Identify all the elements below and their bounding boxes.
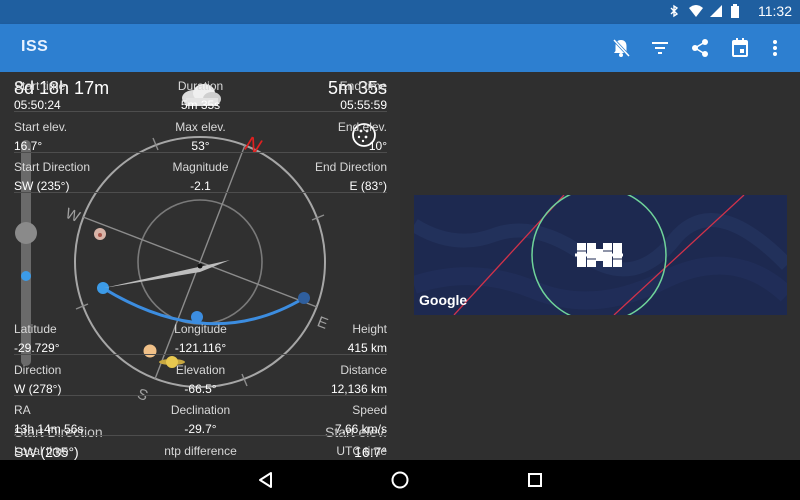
home-icon[interactable] [390, 470, 410, 490]
info-value: -29.7° [184, 422, 217, 436]
info-label: Height [352, 322, 387, 336]
info-value: 5m 35s [180, 98, 221, 112]
east-west-axis [82, 216, 318, 308]
info-value: 415 km [347, 341, 387, 355]
info-value: 05:55:59 [340, 98, 387, 112]
notifications-off-button[interactable] [609, 36, 633, 60]
info-label: Elevation [175, 362, 226, 377]
info-value: -121.116° [174, 341, 227, 355]
info-label: ntp difference [164, 443, 237, 458]
navigation-bar [0, 460, 800, 500]
info-value: E (83°) [349, 179, 387, 193]
bluetooth-icon [667, 4, 681, 18]
info-row: Direction W (278°) Elevation -66.5° Distance… [14, 356, 387, 396]
info-label: Speed [352, 403, 387, 417]
info-label: End elev. [337, 119, 387, 134]
zenith-point [197, 263, 203, 269]
status-time: 11:32 [758, 3, 792, 19]
info-value: 7.66 km/s [334, 422, 387, 436]
map-canvas [414, 195, 787, 315]
info-label: End time [339, 79, 387, 93]
time-slider-thumb[interactable] [15, 222, 37, 244]
iss-direction-needle [104, 260, 230, 288]
back-icon[interactable] [256, 470, 276, 490]
info-label: Longitude [174, 322, 227, 336]
info-label: Duration [177, 79, 224, 93]
info-row: Latitude -29.729° Longitude -121.116° Height… [14, 315, 387, 355]
info-value: 12,136 km [330, 381, 387, 396]
app-bar: ISS [0, 24, 800, 72]
info-row: Start time 05:50:24 Duration 5m 35s End time… [14, 72, 387, 112]
compass-west-label: W [63, 205, 83, 226]
filter-button[interactable] [648, 36, 672, 60]
info-label: Max elev. [175, 119, 226, 134]
app-title: ISS [21, 38, 49, 55]
battery-icon [730, 4, 744, 18]
calendar-button[interactable] [728, 36, 752, 60]
wifi-icon [688, 4, 703, 18]
info-label: UTC time [336, 443, 387, 458]
info-label: End Direction [314, 160, 387, 174]
filter-icon [652, 42, 668, 54]
recents-icon[interactable] [525, 470, 545, 490]
info-label: Distance [340, 362, 387, 377]
calendar-icon [732, 38, 748, 57]
share-button[interactable] [688, 36, 712, 60]
ground-track-map[interactable]: Google [414, 195, 787, 315]
map-attribution: Google [419, 292, 468, 308]
info-row: Start Direction SW (235°) Magnitude -2.1 End… [14, 153, 387, 193]
info-value: -2.1 [190, 179, 211, 193]
status-icons [667, 4, 744, 18]
info-value: 10° [368, 138, 387, 153]
pass-end-point [298, 292, 310, 304]
pass-start-point [97, 282, 109, 294]
info-row: Start elev. 16.7° Max elev. 53° End elev. 10° [14, 113, 387, 153]
status-bar: 11:32 [0, 0, 800, 24]
pass-marker-dot [21, 271, 31, 281]
more-vert-icon [773, 40, 777, 56]
notifications-off-icon [612, 38, 630, 58]
info-row: RA 13h 14m 56s Declination -29.7° Speed 7.66 … [14, 396, 387, 436]
info-label: Declination [170, 403, 231, 417]
mars-spot [98, 233, 102, 237]
share-icon [692, 39, 708, 57]
app-root: 11:32 ISS 8d 18h 17m 5m 35s N W E S Star… [0, 0, 800, 500]
more-options-button[interactable] [763, 36, 787, 60]
info-value: 53° [191, 138, 210, 153]
cell-signal-icon [709, 4, 723, 18]
